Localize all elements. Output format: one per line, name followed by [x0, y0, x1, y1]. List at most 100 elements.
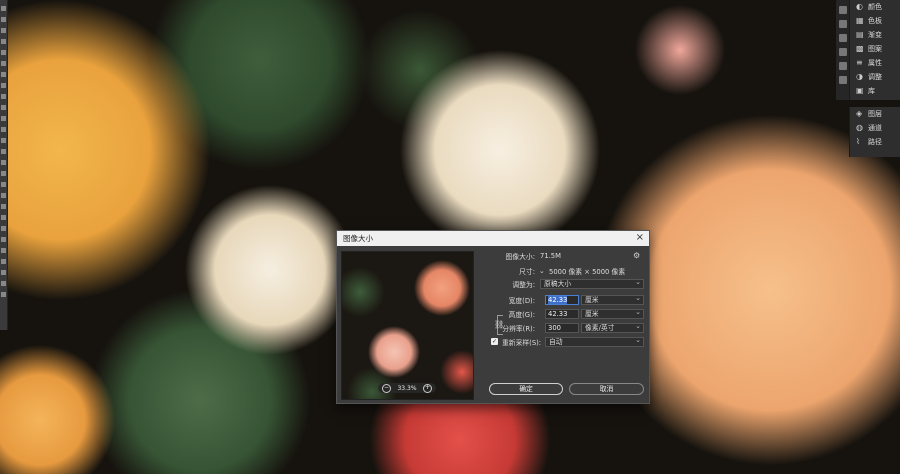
resolution-row: 分辨率(R): 300 像素/英寸: [477, 322, 645, 333]
panel-tab-label: 渐变: [868, 31, 882, 39]
panel-tab-label: 色板: [868, 17, 882, 25]
resolution-unit-select[interactable]: 像素/英寸: [581, 322, 644, 333]
dimensions-dropdown-icon[interactable]: ⌄: [539, 267, 545, 275]
tool-icon[interactable]: [1, 292, 6, 297]
zoom-in-icon[interactable]: +: [423, 383, 432, 393]
tool-icon[interactable]: [1, 127, 6, 132]
width-unit-select[interactable]: 厘米: [581, 294, 644, 305]
preview-zoom-control: − 33.3% +: [378, 383, 436, 393]
panel-tab-swatches[interactable]: ▦ 色板: [850, 14, 900, 28]
image-size-value: 71.5M: [540, 252, 561, 260]
panel-tab-color[interactable]: ◐ 颜色: [850, 0, 900, 14]
tool-icon[interactable]: [1, 281, 6, 286]
dialog-title: 图像大小: [343, 234, 373, 243]
panel-tab-label: 图案: [868, 45, 882, 53]
pattern-icon: ▩: [856, 44, 864, 53]
image-preview[interactable]: − 33.3% +: [341, 251, 474, 400]
tool-icon[interactable]: [1, 116, 6, 121]
panel-tab-adjustments[interactable]: ◑ 调整: [850, 70, 900, 84]
play-icon[interactable]: [839, 20, 847, 28]
tool-icon[interactable]: [1, 105, 6, 110]
properties-icon: ≡: [856, 58, 863, 67]
panel-tab-gradient[interactable]: ▤ 渐变: [850, 28, 900, 42]
panel-tab-properties[interactable]: ≡ 属性: [850, 56, 900, 70]
tool-icon[interactable]: [1, 94, 6, 99]
panel-tab-library[interactable]: ▣ 库: [850, 84, 900, 98]
tool-icon[interactable]: [1, 138, 6, 143]
tool-icon[interactable]: [1, 171, 6, 176]
resample-row: ✓ 重新采样(S): 自动: [477, 336, 645, 347]
tool-icon[interactable]: [1, 259, 6, 264]
resolution-label: 分辨率(R):: [502, 325, 535, 333]
width-value: 42.33: [548, 296, 568, 304]
tool-icon[interactable]: [1, 226, 6, 231]
panel-tab-label: 调整: [868, 73, 882, 81]
width-row: 宽度(D): 42.33 厘米: [477, 294, 645, 305]
panel-tab-label: 路径: [868, 138, 882, 146]
tools-toolbar[interactable]: [0, 0, 8, 330]
layers-icon: ◈: [856, 109, 863, 118]
tool-icon[interactable]: [1, 39, 6, 44]
panel-tab-layers[interactable]: ◈ 图层: [850, 107, 900, 121]
panel-tab-label: 属性: [868, 59, 882, 67]
cancel-button[interactable]: 取消: [569, 383, 644, 395]
palette-icon: ◐: [856, 2, 863, 11]
dialog-titlebar[interactable]: 图像大小 ×: [337, 231, 649, 246]
panel-tab-paths[interactable]: ⌇ 路径: [850, 135, 900, 149]
paths-icon: ⌇: [856, 137, 860, 146]
height-label: 高度(G):: [508, 311, 535, 319]
close-icon[interactable]: ×: [636, 232, 644, 243]
dimensions-label: 尺寸:: [519, 268, 535, 276]
history-icon[interactable]: [839, 6, 847, 14]
height-unit-select[interactable]: 厘米: [581, 308, 644, 319]
tool-icon[interactable]: [1, 149, 6, 154]
tool-icon[interactable]: [1, 248, 6, 253]
fit-to-select[interactable]: 原稿大小: [540, 278, 644, 289]
tool-icon[interactable]: [1, 83, 6, 88]
tool-icon[interactable]: [1, 193, 6, 198]
tool-icon[interactable]: [1, 215, 6, 220]
panel-tab-pattern[interactable]: ▩ 图案: [850, 42, 900, 56]
zoom-out-icon[interactable]: −: [382, 383, 391, 393]
tool-icon[interactable]: [1, 204, 6, 209]
comment-icon[interactable]: [839, 34, 847, 42]
panel-tab-channels[interactable]: ◍ 通道: [850, 121, 900, 135]
character-icon[interactable]: [839, 48, 847, 56]
panel-icon-strip: [836, 0, 850, 100]
tool-icon[interactable]: [1, 182, 6, 187]
swatches-icon: ▦: [856, 16, 864, 25]
adjustments-icon: ◑: [856, 72, 863, 81]
dimensions-value: 5000 像素 × 5000 像素: [549, 268, 626, 276]
tool-icon[interactable]: [1, 28, 6, 33]
panel-tab-label: 颜色: [868, 3, 882, 11]
gear-icon[interactable]: ⚙: [633, 251, 640, 260]
gradient-icon: ▤: [856, 30, 864, 39]
tool-presets-icon[interactable]: [839, 76, 847, 84]
width-input[interactable]: 42.33: [545, 295, 579, 305]
right-panel-group-color: ◐ 颜色 ▦ 色板 ▤ 渐变 ▩ 图案 ≡ 属性 ◑ 调整 ▣ 库: [849, 0, 900, 100]
resample-label: 重新采样(S):: [502, 339, 542, 347]
tool-icon[interactable]: [1, 61, 6, 66]
resample-select[interactable]: 自动: [545, 336, 644, 347]
resolution-input[interactable]: 300: [545, 323, 579, 333]
height-input[interactable]: 42.33: [545, 309, 579, 319]
tool-icon[interactable]: [1, 160, 6, 165]
image-size-label: 图像大小:: [505, 253, 535, 261]
ok-button[interactable]: 确定: [489, 383, 563, 395]
tool-icon[interactable]: [1, 237, 6, 242]
tool-icon[interactable]: [1, 270, 6, 275]
fit-to-label: 调整为:: [512, 281, 535, 289]
tool-icon[interactable]: [1, 6, 6, 11]
panel-tab-label: 库: [868, 87, 875, 95]
tool-icon[interactable]: [1, 17, 6, 22]
panel-tab-label: 图层: [868, 110, 882, 118]
resample-checkbox[interactable]: ✓: [491, 338, 498, 345]
right-panel-group-layers: ◈ 图层 ◍ 通道 ⌇ 路径: [849, 107, 900, 157]
width-label: 宽度(D):: [508, 297, 535, 305]
panel-tab-label: 通道: [868, 124, 882, 132]
tool-icon[interactable]: [1, 72, 6, 77]
height-row: 高度(G): 42.33 厘米: [477, 308, 645, 319]
tool-icon[interactable]: [1, 50, 6, 55]
zoom-level: 33.3%: [397, 384, 417, 392]
brush-icon[interactable]: [839, 62, 847, 70]
